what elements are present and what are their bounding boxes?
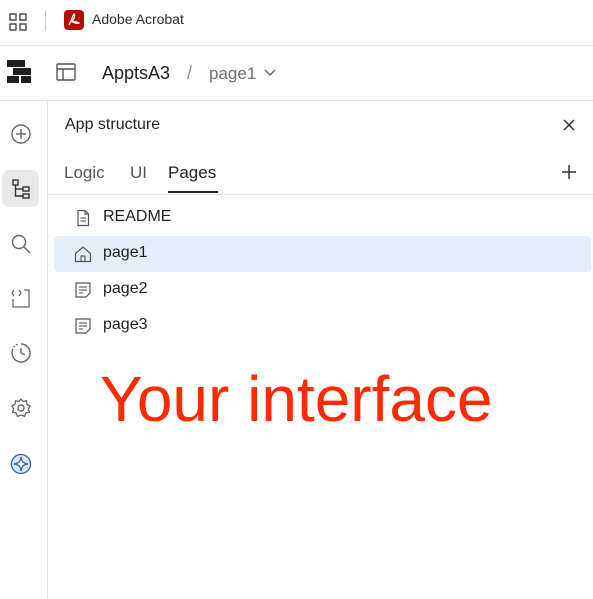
sparkle-icon xyxy=(10,453,31,474)
page-item-label: page3 xyxy=(103,316,148,333)
page-icon xyxy=(75,282,91,298)
page-item-page3[interactable]: page3 xyxy=(54,308,591,344)
add-circle-icon xyxy=(10,123,31,144)
add-circle-button[interactable] xyxy=(2,115,39,152)
page-list: README page1 page2 page3 xyxy=(54,200,591,344)
page-item-page2[interactable]: page2 xyxy=(54,272,591,308)
tab-ui[interactable]: UI xyxy=(130,163,147,183)
tab-pages[interactable]: Pages xyxy=(168,163,216,183)
add-page-icon[interactable] xyxy=(562,165,576,179)
ai-assistant-button[interactable] xyxy=(2,445,39,482)
panel-tabs: Logic UI Pages xyxy=(48,150,593,195)
gear-icon xyxy=(10,397,31,417)
page-item-page1[interactable]: page1 xyxy=(54,236,591,272)
browser-bar: Adobe Acrobat xyxy=(0,0,593,46)
close-icon[interactable] xyxy=(562,118,576,132)
tree-structure-icon xyxy=(11,178,30,199)
history-button[interactable] xyxy=(2,334,39,371)
home-icon xyxy=(74,246,92,263)
page-icon xyxy=(75,318,91,334)
page-item-readme[interactable]: README xyxy=(54,200,591,236)
left-rail xyxy=(0,101,48,599)
browser-app-name: Adobe Acrobat xyxy=(92,11,184,27)
history-icon xyxy=(10,342,31,363)
apps-grid-icon[interactable] xyxy=(9,13,27,31)
settings-button[interactable] xyxy=(2,389,39,426)
panel-title: App structure xyxy=(65,116,161,133)
page-item-label: page1 xyxy=(103,244,148,261)
acrobat-logo-icon xyxy=(64,10,84,30)
code-button[interactable] xyxy=(2,279,39,316)
chevron-down-icon[interactable] xyxy=(264,68,276,78)
layout-icon[interactable] xyxy=(56,63,76,81)
document-icon xyxy=(77,209,90,227)
app-structure-button[interactable] xyxy=(2,170,39,207)
code-file-icon xyxy=(10,288,30,308)
brand-logo-icon[interactable] xyxy=(7,60,33,84)
breadcrumb-separator: / xyxy=(187,63,193,83)
page-item-label: README xyxy=(103,208,172,225)
tab-logic[interactable]: Logic xyxy=(64,163,105,183)
bar-divider xyxy=(45,11,46,31)
search-button[interactable] xyxy=(2,225,39,262)
app-header: ApptsA3 / page1 xyxy=(0,46,593,101)
active-tab-underline xyxy=(168,191,218,193)
search-icon xyxy=(11,234,30,253)
page-item-label: page2 xyxy=(103,280,148,297)
breadcrumb-app[interactable]: ApptsA3 xyxy=(102,63,170,84)
breadcrumb-page[interactable]: page1 xyxy=(209,64,256,84)
overlay-annotation-text: Your interface xyxy=(100,363,493,435)
